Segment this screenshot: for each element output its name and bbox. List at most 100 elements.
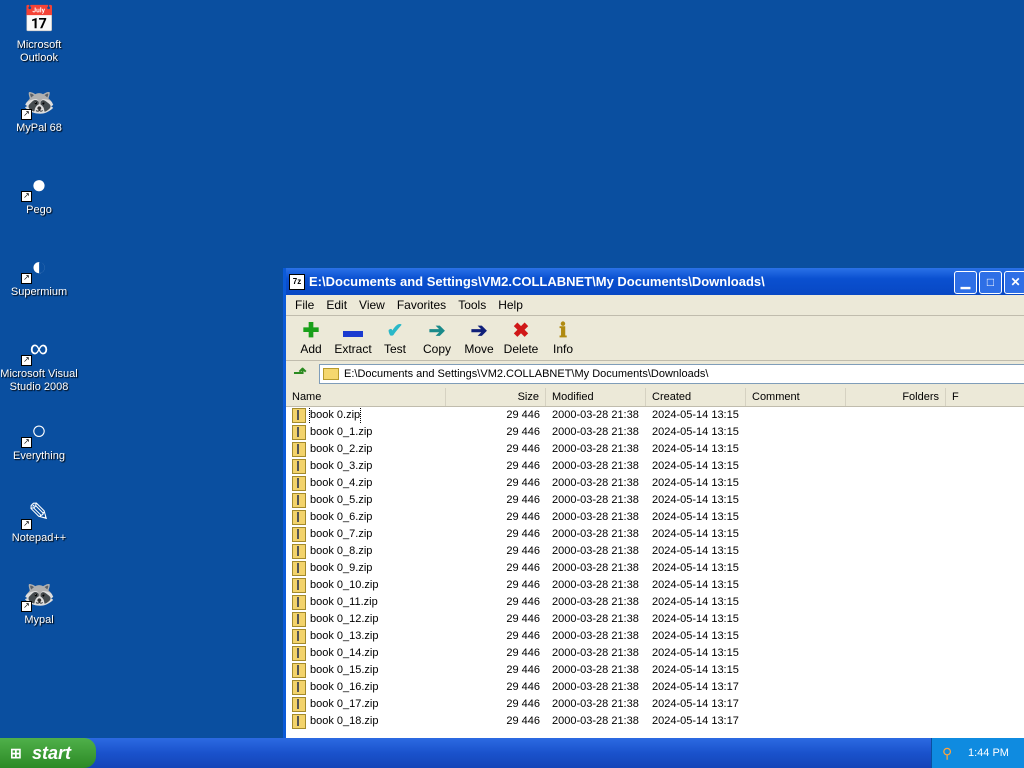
tool-label: Copy [422, 342, 451, 356]
file-row[interactable]: book 0_6.zip 29 446 2000-03-28 21:38 2024-0… [286, 509, 1024, 526]
test-button[interactable]: ✔ Test [374, 320, 416, 356]
file-row[interactable]: book 0_11.zip 29 446 2000-03-28 21:38 2024-… [286, 594, 1024, 611]
file-row[interactable]: book 0_10.zip 29 446 2000-03-28 21:38 2024-… [286, 577, 1024, 594]
file-row[interactable]: book 0_7.zip 29 446 2000-03-28 21:38 2024-0… [286, 526, 1024, 543]
file-row[interactable]: book 0_13.zip 29 446 2000-03-28 21:38 2024-… [286, 628, 1024, 645]
tool-label: Add [300, 342, 322, 356]
7zip-app-icon[interactable]: 7z [289, 273, 305, 290]
file-row[interactable]: book 0_4.zip 29 446 2000-03-28 21:38 2024-0… [286, 475, 1024, 492]
delete-icon: ✖ [512, 320, 530, 342]
file-name-cell: book 0_13.zip [286, 628, 446, 645]
desktop-icon-label: MyPal 68 [16, 122, 62, 134]
file-size-cell: 29 446 [506, 426, 540, 438]
file-modified-cell: 2000-03-28 21:38 [552, 426, 639, 438]
file-created-cell: 2024-05-14 13:15 [652, 630, 739, 642]
file-row[interactable]: book 0_9.zip 29 446 2000-03-28 21:38 2024-0… [286, 560, 1024, 577]
menu-tools[interactable]: Tools [452, 298, 492, 312]
desktop-icon-everything[interactable]: ○ ↗ Everything [0, 414, 78, 463]
file-size-cell: 29 446 [506, 596, 540, 608]
desktop-icon-outlook[interactable]: 📅 Microsoft Outlook [0, 3, 78, 65]
close-button[interactable]: ✕ [1004, 271, 1024, 294]
file-row[interactable]: book 0_1.zip 29 446 2000-03-28 21:38 2024-0… [286, 424, 1024, 441]
maximize-button[interactable]: □ [979, 271, 1002, 294]
file-row[interactable]: book 0_14.zip 29 446 2000-03-28 21:38 2024-… [286, 645, 1024, 662]
file-modified-cell: 2000-03-28 21:38 [552, 715, 639, 727]
file-modified-cell: 2000-03-28 21:38 [552, 698, 639, 710]
copy-icon: ➔ [428, 320, 446, 342]
move-button[interactable]: ➔ Move [458, 320, 500, 356]
menu-edit[interactable]: Edit [320, 298, 353, 312]
file-row[interactable]: book 0_8.zip 29 446 2000-03-28 21:38 2024-0… [286, 543, 1024, 560]
add-button[interactable]: ✚ Add [290, 320, 332, 356]
file-name-cell: book 0_8.zip [286, 543, 446, 560]
file-name-cell: book 0_10.zip [286, 577, 446, 594]
file-list[interactable]: Name Size Modified Created Comment Folders F b… [286, 388, 1024, 743]
file-row[interactable]: book 0_5.zip 29 446 2000-03-28 21:38 2024-0… [286, 492, 1024, 509]
desktop-icon-visual-studio[interactable]: ∞ ↗ Microsoft Visual Studio 2008 [0, 332, 78, 394]
file-size-cell: 29 446 [506, 545, 540, 557]
shortcut-arrow-icon: ↗ [21, 601, 32, 612]
menu-view[interactable]: View [353, 298, 391, 312]
column-header-f[interactable]: F [946, 388, 1024, 406]
file-name-cell: book 0_6.zip [286, 509, 446, 526]
file-size-cell: 29 446 [506, 613, 540, 625]
minimize-button[interactable]: ▁ [954, 271, 977, 294]
file-row[interactable]: book 0_18.zip 29 446 2000-03-28 21:38 2024-… [286, 713, 1024, 730]
address-field[interactable]: E:\Documents and Settings\VM2.COLLABNET\… [319, 364, 1024, 384]
file-row[interactable]: book 0_3.zip 29 446 2000-03-28 21:38 2024-0… [286, 458, 1024, 475]
column-header-modified[interactable]: Modified [546, 388, 646, 406]
info-button[interactable]: ℹ Info [542, 320, 584, 356]
tool-label: Delete [503, 342, 539, 356]
file-row[interactable]: book 0.zip 29 446 2000-03-28 21:38 2024-05-… [286, 407, 1024, 424]
file-name-cell: book 0_11.zip [286, 594, 446, 611]
desktop-icon-raccoon[interactable]: 🦝 ↗ MyPal 68 [0, 86, 78, 135]
zip-file-icon [292, 544, 306, 559]
file-created-cell: 2024-05-14 13:17 [652, 681, 739, 693]
menu-favorites[interactable]: Favorites [391, 298, 452, 312]
tool-label: Test [383, 342, 406, 356]
up-folder-icon[interactable]: ⬏ [289, 363, 311, 385]
extract-icon: ▬ [343, 320, 363, 342]
file-size-cell: 29 446 [506, 511, 540, 523]
file-row[interactable]: book 0_16.zip 29 446 2000-03-28 21:38 2024-… [286, 679, 1024, 696]
menu-help[interactable]: Help [492, 298, 529, 312]
file-name-cell: book 0_2.zip [286, 441, 446, 458]
column-header-created[interactable]: Created [646, 388, 746, 406]
file-created-cell: 2024-05-14 13:17 [652, 698, 739, 710]
desktop-icon-label: Pego [26, 204, 52, 216]
file-name-cell: book 0_7.zip [286, 526, 446, 543]
file-modified-cell: 2000-03-28 21:38 [552, 562, 639, 574]
column-header-size[interactable]: Size [446, 388, 546, 406]
zip-file-icon [292, 714, 306, 729]
zip-file-icon [292, 459, 306, 474]
column-header-comment[interactable]: Comment [746, 388, 846, 406]
file-modified-cell: 2000-03-28 21:38 [552, 460, 639, 472]
file-size-cell: 29 446 [506, 443, 540, 455]
info-icon: ℹ [559, 320, 567, 342]
extract-button[interactable]: ▬ Extract [332, 320, 374, 356]
delete-button[interactable]: ✖ Delete [500, 320, 542, 356]
notepadpp-icon: ✎ ↗ [21, 496, 55, 530]
test-icon: ✔ [386, 320, 404, 342]
menu-file[interactable]: File [289, 298, 320, 312]
file-size-cell: 29 446 [506, 409, 540, 421]
file-row[interactable]: book 0_17.zip 29 446 2000-03-28 21:38 2024-… [286, 696, 1024, 713]
outlook-icon: 📅 [23, 4, 56, 34]
copy-button[interactable]: ➔ Copy [416, 320, 458, 356]
title-bar[interactable]: 7z E:\Documents and Settings\VM2.COLLABN… [286, 268, 1024, 295]
windows-flag-icon: ⊞ [10, 745, 22, 761]
start-button[interactable]: ⊞ start [0, 738, 96, 768]
column-header-folders[interactable]: Folders [846, 388, 946, 406]
file-row[interactable]: book 0_15.zip 29 446 2000-03-28 21:38 2024-… [286, 662, 1024, 679]
file-row[interactable]: book 0_2.zip 29 446 2000-03-28 21:38 2024-0… [286, 441, 1024, 458]
desktop-icon-pego[interactable]: ● ↗ Pego [0, 168, 78, 217]
address-bar: ⬏ E:\Documents and Settings\VM2.COLLABNE… [286, 361, 1024, 387]
file-size-cell: 29 446 [506, 715, 540, 727]
search-icon[interactable]: ⚲ [942, 745, 958, 761]
column-header-name[interactable]: Name [286, 388, 446, 406]
desktop-icon-raccoon[interactable]: 🦝 ↗ Mypal [0, 578, 78, 627]
desktop-icon-supermium[interactable]: ◐ ↗ Supermium [0, 250, 78, 299]
file-modified-cell: 2000-03-28 21:38 [552, 494, 639, 506]
desktop-icon-notepadpp[interactable]: ✎ ↗ Notepad++ [0, 496, 78, 545]
file-row[interactable]: book 0_12.zip 29 446 2000-03-28 21:38 2024-… [286, 611, 1024, 628]
